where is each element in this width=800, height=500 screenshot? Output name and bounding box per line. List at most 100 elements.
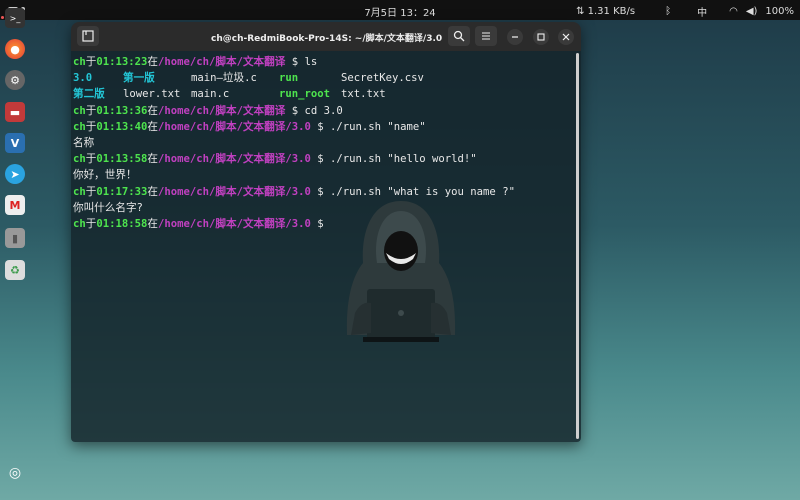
prompt-line: ch于01:13:23在/home/ch/脚本/文本翻译 $ ls [73, 54, 577, 70]
prompt-path: /home/ch/脚本/文本翻译/3.0 [157, 120, 311, 133]
prompt-path: /home/ch/脚本/文本翻译/3.0 [157, 185, 311, 198]
prompt-at: 于 [85, 185, 97, 198]
volume-icon: ◀) [745, 6, 758, 17]
ls-entry: 第一版 [123, 72, 155, 85]
hooded-hacker-wallpaper [346, 201, 456, 342]
prompt-line: ch于01:13:36在/home/ch/脚本/文本翻译 $ cd 3.0 [73, 103, 577, 119]
prompt-in: 在 [147, 120, 158, 133]
vim-icon[interactable]: V [5, 133, 25, 153]
minimize-button[interactable] [507, 29, 523, 45]
command-text: ls [304, 56, 318, 68]
prompt-user: ch [73, 120, 86, 133]
top-bar: 7月5日 13：24 ⇅ 1.31 KB/s ᛒ 中 ◠ ◀) 100% [0, 0, 800, 20]
prompt-in: 在 [147, 185, 158, 198]
prompt-in: 在 [147, 153, 158, 166]
prompt-at: 于 [85, 153, 97, 166]
prompt-in: 在 [147, 217, 158, 230]
prompt-in: 在 [147, 104, 158, 117]
maximize-button[interactable] [533, 29, 549, 45]
app-grid-icon[interactable]: ◎ [5, 463, 25, 483]
prompt-time: 01:17:33 [96, 185, 148, 198]
network-speed: ⇅ 1.31 KB/s [576, 6, 636, 17]
scrollbar[interactable] [576, 53, 579, 439]
prompt-path: /home/ch/脚本/文本翻译/3.0 [157, 217, 311, 230]
prompt-time: 01:18:58 [96, 217, 148, 230]
command-text: ./run.sh "name" [329, 120, 426, 133]
hamburger-icon [482, 32, 490, 40]
prompt-at: 于 [85, 104, 97, 117]
prompt-user: ch [73, 56, 86, 68]
trash-icon[interactable]: ♻ [5, 260, 25, 280]
command-text: cd 3.0 [304, 104, 343, 117]
command-output: 名称 [73, 135, 577, 151]
ls-entry: lower.txt [123, 88, 181, 101]
prompt-in: 在 [147, 56, 158, 68]
ls-entry: txt.txt [341, 88, 386, 101]
prompt-path: /home/ch/脚本/文本翻译 [157, 56, 286, 68]
dock: >_ ● ⚙ ▬ V ➤ M ▮ ♻ ◎ [0, 8, 30, 500]
prompt-path: /home/ch/脚本/文本翻译 [157, 104, 286, 117]
prompt-time: 01:13:36 [96, 104, 148, 117]
disk-icon[interactable]: ▮ [5, 228, 25, 248]
battery-percentage: 100% [765, 6, 794, 17]
prompt-line: ch于01:13:40在/home/ch/脚本/文本翻译/3.0 $ ./run… [73, 119, 577, 135]
output-text: 你好，世界！ [73, 169, 137, 182]
ls-entry: SecretKey.csv [341, 72, 424, 85]
search-button[interactable] [448, 26, 470, 46]
terminal-output[interactable]: ch于01:13:23在/home/ch/脚本/文本翻译 $ ls 3.0 第一版 m… [71, 51, 581, 442]
bluetooth-icon[interactable]: ᛒ [665, 6, 671, 17]
close-button[interactable] [558, 29, 574, 45]
output-text: 名称 [73, 136, 95, 149]
output-text: 你叫什么名字? [73, 201, 143, 214]
wifi-icon: ◠ [729, 6, 738, 17]
prompt-at: 于 [85, 56, 97, 68]
prompt-symbol: $ [310, 185, 330, 198]
prompt-line: ch于01:17:33在/home/ch/脚本/文本翻译/3.0 $ ./run… [73, 184, 577, 200]
ls-entry: run [279, 72, 299, 85]
prompt-at: 于 [85, 120, 97, 133]
window-title: ch@ch-RedmiBook-Pro-14S: ~/脚本/文本翻译/3.0 [211, 34, 443, 44]
prompt-user: ch [73, 104, 86, 117]
ls-entry: 第二版 [73, 88, 105, 101]
prompt-symbol: $ [310, 153, 330, 166]
mail-icon[interactable]: M [5, 195, 25, 215]
input-method-indicator[interactable]: 中 [697, 4, 707, 19]
ls-entry: main.c [191, 88, 230, 101]
files-icon[interactable]: ▬ [5, 102, 25, 122]
prompt-user: ch [73, 185, 86, 198]
ls-output-line: 第二版 lower.txt main.c run_root txt.txt [73, 86, 577, 102]
menu-button[interactable] [475, 26, 497, 46]
terminal-window: ch@ch-RedmiBook-Pro-14S: ~/脚本/文本翻译/3.0 c… [71, 22, 581, 442]
ls-output-line: 3.0 第一版 main—垃圾.c run SecretKey.csv [73, 70, 577, 86]
telegram-icon[interactable]: ➤ [5, 164, 25, 184]
prompt-symbol: $ [285, 56, 305, 68]
ls-entry: 3.0 [73, 72, 93, 85]
titlebar[interactable]: ch@ch-RedmiBook-Pro-14S: ~/脚本/文本翻译/3.0 [71, 22, 581, 51]
close-icon [562, 33, 570, 41]
prompt-symbol: $ [285, 104, 305, 117]
command-output: 你好，世界！ [73, 167, 577, 183]
system-tray[interactable]: ⇅ 1.31 KB/s ᛒ 中 ◠ ◀) 100% [576, 4, 794, 19]
prompt-line: ch于01:13:58在/home/ch/脚本/文本翻译/3.0 $ ./run… [73, 151, 577, 167]
prompt-symbol: $ [310, 217, 330, 230]
settings-icon[interactable]: ⚙ [5, 70, 25, 90]
command-output: 你叫什么名字? [73, 200, 577, 216]
command-text: ./run.sh "hello world!" [329, 153, 477, 166]
maximize-icon [537, 33, 545, 41]
new-tab-button[interactable] [77, 26, 99, 46]
prompt-at: 于 [85, 217, 97, 230]
prompt-time: 01:13:40 [96, 120, 148, 133]
prompt-user: ch [73, 217, 86, 230]
firefox-icon[interactable]: ● [5, 39, 25, 59]
minimize-icon [512, 36, 518, 38]
terminal-icon[interactable]: >_ [1, 8, 25, 28]
ls-entry: main—垃圾.c [191, 72, 257, 85]
prompt-time: 01:13:58 [96, 153, 148, 166]
prompt-user: ch [73, 153, 86, 166]
prompt-symbol: $ [310, 120, 330, 133]
ls-entry: run_root [279, 88, 331, 101]
new-tab-icon [82, 30, 94, 42]
search-icon [453, 30, 465, 42]
prompt-line: ch于01:18:58在/home/ch/脚本/文本翻译/3.0 $ [73, 216, 577, 232]
prompt-path: /home/ch/脚本/文本翻译/3.0 [157, 153, 311, 166]
